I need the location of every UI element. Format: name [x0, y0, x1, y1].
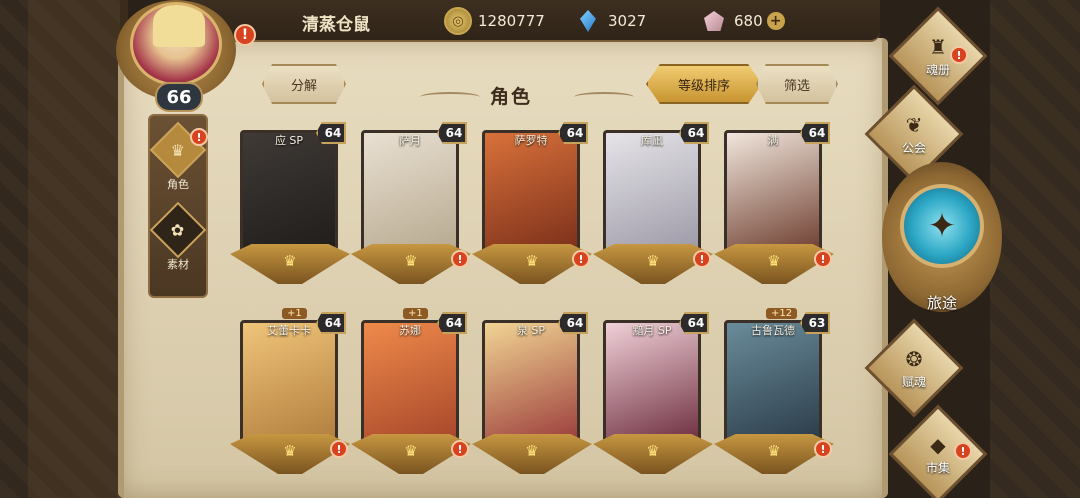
character-card[interactable]: 满 64 ♛ ! — [714, 122, 834, 286]
nav-journey-label: 旅途 — [926, 294, 957, 312]
character-portrait — [603, 320, 701, 448]
player-level: 66 — [155, 82, 203, 112]
character-level: 64 — [558, 122, 588, 144]
character-level: 64 — [437, 312, 467, 334]
nav-talent[interactable]: ❂ 赋魂 — [864, 318, 964, 418]
guild-icon: ❦ — [905, 112, 923, 137]
card-alert-icon: ! — [451, 250, 469, 268]
page-title: 角色 — [490, 86, 533, 108]
coin-counter: ◎ 1280777 — [444, 7, 545, 35]
card-alert-icon: ! — [330, 440, 348, 458]
character-portrait — [724, 130, 822, 258]
character-level: 64 — [679, 312, 709, 334]
rank-crown-icon: ♛ — [404, 252, 418, 270]
soul-book-alert-icon: ! — [950, 46, 968, 64]
character-level: 63 — [800, 312, 830, 334]
character-portrait — [361, 320, 459, 448]
nav-talent-label: 赋魂 — [901, 374, 926, 389]
material-icon: ✿ — [149, 201, 207, 259]
card-alert-icon: ! — [693, 250, 711, 268]
enhance-tag: +1 — [282, 308, 307, 319]
character-card[interactable]: 萨月 64 ♛ ! — [351, 122, 471, 286]
decompose-button[interactable]: 分解 — [262, 64, 346, 104]
character-portrait — [361, 130, 459, 258]
right-background — [990, 0, 1080, 498]
character-portrait — [482, 130, 580, 258]
soul-book-icon: ♜ — [929, 34, 947, 59]
rank-crown-icon: ♛ — [283, 252, 297, 270]
rose-gem-icon — [700, 7, 728, 35]
journey-icon: ✦ — [900, 184, 984, 268]
crystal-value: 3027 — [608, 12, 647, 30]
character-card[interactable]: 古鲁瓦德 63 +12 ♛ ! — [714, 308, 834, 476]
rank-crown-icon: ♛ — [767, 252, 781, 270]
add-gem-button[interactable]: + — [766, 12, 785, 30]
rank-crown-icon: ♛ — [646, 442, 660, 460]
tab-character-label: 角色 — [167, 178, 189, 191]
character-level: 64 — [316, 122, 346, 144]
nav-soul-book[interactable]: ♜ 魂册 — [888, 6, 988, 106]
market-icon: ◆ — [930, 432, 946, 457]
talent-icon: ❂ — [905, 346, 923, 371]
tab-material[interactable]: ✿ 素材 — [149, 201, 207, 278]
nav-guild-label: 公会 — [901, 140, 926, 155]
character-card[interactable]: 泉 SP 64 ♛ — [472, 312, 592, 476]
character-level: 64 — [558, 312, 588, 334]
character-level: 64 — [437, 122, 467, 144]
rose-gem-counter: 680 + — [700, 7, 785, 35]
rank-crown-icon: ♛ — [404, 442, 418, 460]
rank-crown-icon: ♛ — [525, 252, 539, 270]
enhance-tag: +12 — [766, 308, 798, 319]
character-level: 64 — [316, 312, 346, 334]
rose-gem-value: 680 — [734, 12, 763, 30]
character-portrait — [240, 130, 338, 258]
rank-crown-icon: ♛ — [767, 442, 781, 460]
rank-crown-icon: ♛ — [283, 442, 297, 460]
filter-button[interactable]: 筛选 — [756, 64, 838, 104]
card-alert-icon: ! — [572, 250, 590, 268]
crystal-icon — [574, 7, 602, 35]
card-alert-icon: ! — [814, 250, 832, 268]
card-alert-icon: ! — [451, 440, 469, 458]
title-ornament-left — [420, 92, 480, 102]
nav-guild[interactable]: ❦ 公会 — [864, 84, 964, 184]
character-card[interactable]: 库凪 64 ♛ ! — [593, 122, 713, 286]
coin-icon: ◎ — [444, 7, 472, 35]
character-card[interactable]: 艾蕾卡卡 64 +1 ♛ ! — [230, 308, 350, 476]
left-frame — [28, 0, 128, 498]
crystal-counter: 3027 — [574, 7, 646, 35]
title-ornament-right — [574, 92, 634, 102]
character-card[interactable]: 应 SP 64 ♛ — [230, 122, 350, 286]
coin-value: 1280777 — [478, 12, 545, 30]
tab-material-label: 素材 — [167, 258, 189, 271]
character-level: 64 — [679, 122, 709, 144]
nav-journey[interactable]: ✦ 旅途 — [882, 162, 1002, 322]
sort-by-level-button[interactable]: 等级排序 — [646, 64, 762, 104]
nav-market[interactable]: ◆ 市集 — [888, 404, 988, 498]
player-name: 清蒸仓鼠 — [302, 15, 370, 35]
character-portrait — [240, 320, 338, 448]
character-portrait — [603, 130, 701, 258]
enhance-tag: +1 — [403, 308, 428, 319]
card-alert-icon: ! — [814, 440, 832, 458]
rank-crown-icon: ♛ — [646, 252, 660, 270]
character-tab-alert-icon: ! — [190, 128, 208, 146]
character-level: 64 — [800, 122, 830, 144]
character-card[interactable]: 萨罗特 64 ♛ ! — [472, 122, 592, 286]
nav-market-label: 市集 — [925, 460, 950, 475]
character-card[interactable]: 黯月 SP 64 ♛ — [593, 312, 713, 476]
avatar-alert-icon: ! — [234, 24, 256, 46]
character-card[interactable]: 苏娜 64 +1 ♛ ! — [351, 308, 471, 476]
player-avatar[interactable] — [130, 2, 222, 86]
character-portrait — [482, 320, 580, 448]
nav-soul-book-label: 魂册 — [925, 62, 950, 77]
character-portrait — [724, 320, 822, 448]
market-alert-icon: ! — [954, 442, 972, 460]
rank-crown-icon: ♛ — [525, 442, 539, 460]
